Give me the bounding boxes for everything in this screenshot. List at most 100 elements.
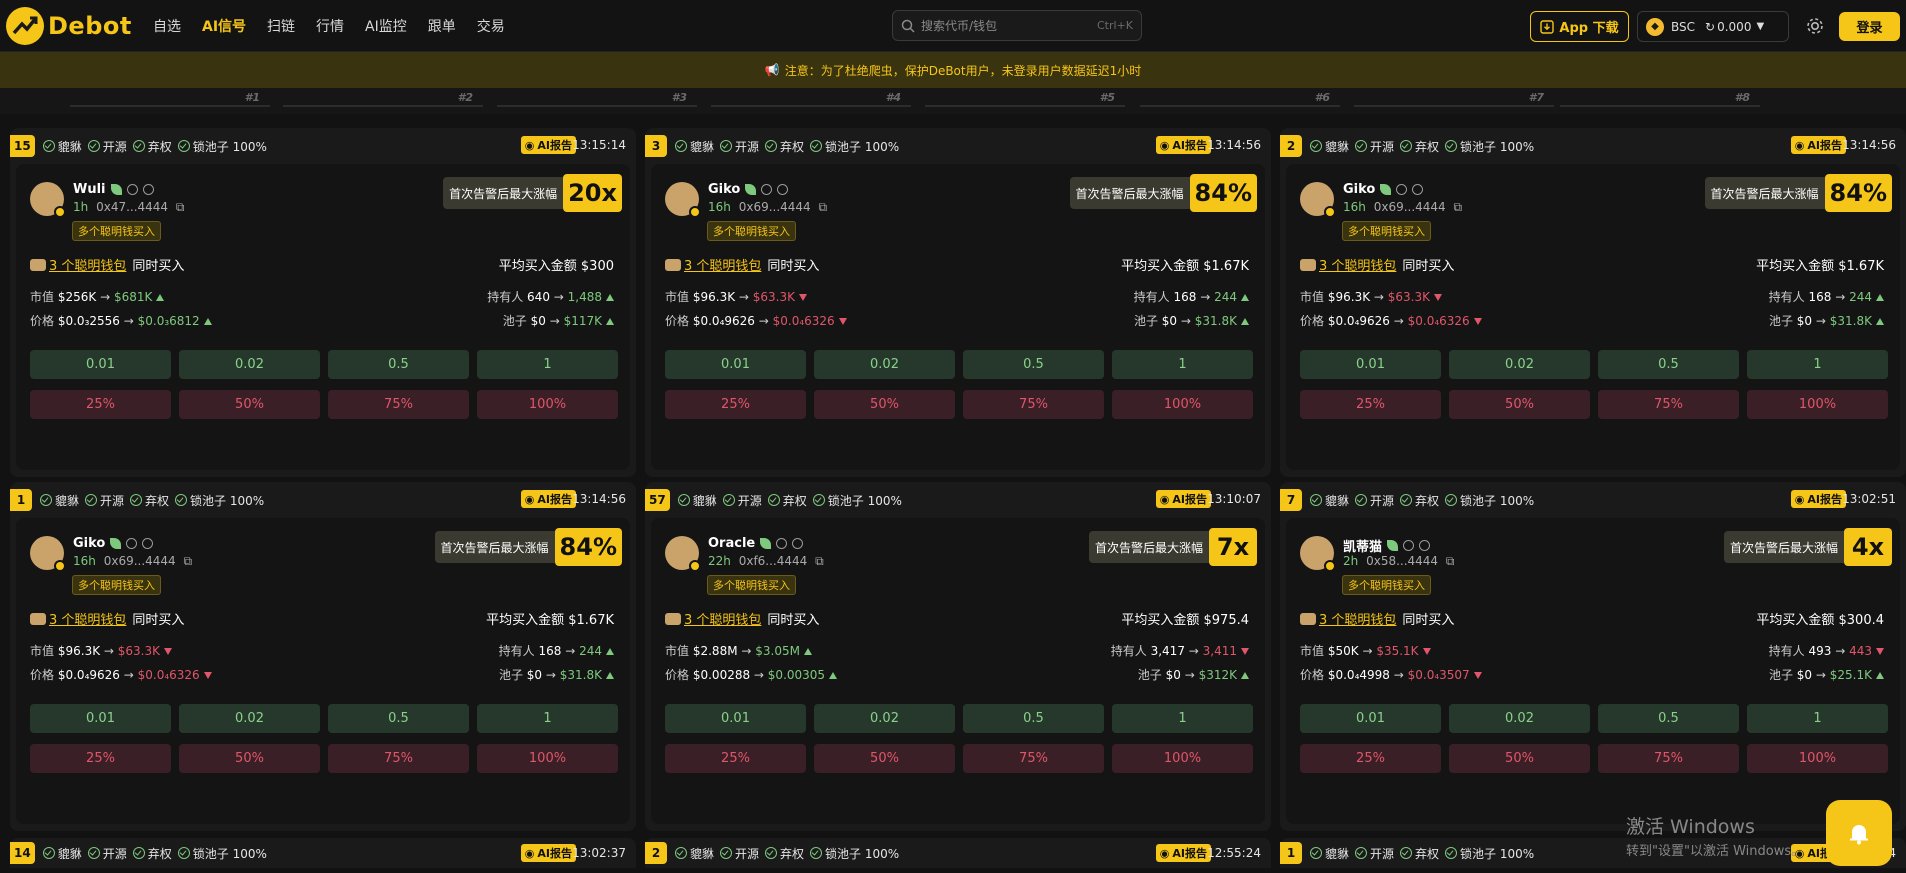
token-avatar[interactable] — [30, 536, 66, 572]
nav-item-ai-monitor[interactable]: AI监控 — [365, 16, 407, 36]
sell-button[interactable]: 50% — [179, 744, 320, 773]
sell-button[interactable]: 100% — [477, 744, 618, 773]
sell-button[interactable]: 75% — [963, 390, 1104, 419]
sell-button[interactable]: 25% — [1300, 744, 1441, 773]
signal-card[interactable]: 14 貔貅 开源 弃权 锁池子 100% ◉ AI报告 13:02:37 — [10, 838, 636, 868]
sell-button[interactable]: 100% — [477, 390, 618, 419]
signal-card[interactable]: 2 貔貅 开源 弃权 锁池子 100% ◉ AI报告 13:14:56 Giko 16h… — [1280, 128, 1906, 477]
globe-icon[interactable] — [792, 538, 804, 549]
nav-item-scan[interactable]: 扫链 — [267, 16, 295, 36]
bell-button[interactable] — [1826, 800, 1892, 866]
ai-report-button[interactable]: ◉ AI报告 — [1155, 490, 1211, 508]
gear-icon[interactable] — [1804, 15, 1826, 37]
buy-button[interactable]: 1 — [1747, 704, 1888, 733]
sell-button[interactable]: 25% — [30, 744, 171, 773]
sell-button[interactable]: 100% — [1747, 390, 1888, 419]
buy-button[interactable]: 0.02 — [179, 350, 320, 379]
sell-button[interactable]: 50% — [1449, 744, 1590, 773]
buy-button[interactable]: 0.01 — [665, 350, 806, 379]
sell-button[interactable]: 50% — [1449, 390, 1590, 419]
sell-button[interactable]: 50% — [814, 390, 955, 419]
signal-card[interactable]: 1 貔貅开源弃权锁池子 100% ◉AI报告 12:55:24 — [1280, 838, 1906, 868]
nav-item-market[interactable]: 行情 — [316, 16, 344, 36]
copy-icon[interactable]: ⧉ — [176, 200, 185, 214]
search-icon[interactable] — [126, 538, 138, 549]
login-button[interactable]: 登录 — [1839, 12, 1900, 41]
rank-slot[interactable]: #5 — [925, 91, 1125, 107]
rank-slot[interactable]: #4 — [711, 91, 911, 107]
signal-card[interactable]: 15 貔貅 开源 弃权 锁池子 100% ◉ AI报告 13:15:14 Wuli 1h… — [10, 128, 636, 477]
rank-slot[interactable]: #6 — [1140, 91, 1340, 107]
nav-item-watchlist[interactable]: 自选 — [153, 16, 181, 36]
sell-button[interactable]: 50% — [179, 390, 320, 419]
sell-button[interactable]: 25% — [30, 390, 171, 419]
search-icon[interactable] — [1396, 184, 1408, 195]
nav-item-trade[interactable]: 交易 — [477, 16, 505, 36]
globe-icon[interactable] — [1412, 184, 1424, 195]
token-avatar[interactable] — [1300, 536, 1336, 572]
sell-button[interactable]: 25% — [665, 744, 806, 773]
buy-button[interactable]: 0.5 — [328, 350, 469, 379]
buy-button[interactable]: 1 — [1747, 350, 1888, 379]
globe-icon[interactable] — [142, 538, 154, 549]
search-icon[interactable] — [1403, 540, 1415, 551]
token-name[interactable]: 凯蒂猫 — [1343, 536, 1382, 555]
buy-button[interactable]: 0.5 — [328, 704, 469, 733]
buy-button[interactable]: 0.01 — [1300, 350, 1441, 379]
rank-slot[interactable]: #8 — [1560, 91, 1760, 107]
ai-report-button[interactable]: ◉ AI报告 — [1155, 136, 1211, 154]
buy-button[interactable]: 0.5 — [963, 350, 1104, 379]
ai-report-button[interactable]: ◉ AI报告 — [1155, 844, 1211, 862]
sell-button[interactable]: 75% — [963, 744, 1104, 773]
buy-button[interactable]: 1 — [477, 350, 618, 379]
buy-button[interactable]: 1 — [1112, 350, 1253, 379]
search-input[interactable]: 搜索代币/钱包 Ctrl+K — [892, 10, 1142, 41]
buy-button[interactable]: 1 — [477, 704, 618, 733]
buy-button[interactable]: 0.02 — [814, 350, 955, 379]
globe-icon[interactable] — [142, 184, 154, 195]
smart-wallets-link[interactable]: 3 个聪明钱包 — [1319, 609, 1396, 628]
ai-report-button[interactable]: ◉ AI报告 — [520, 490, 576, 508]
globe-icon[interactable] — [1419, 540, 1431, 551]
sell-button[interactable]: 25% — [665, 390, 806, 419]
copy-icon[interactable]: ⧉ — [1446, 554, 1455, 568]
buy-button[interactable]: 0.5 — [1598, 350, 1739, 379]
smart-wallets-link[interactable]: 3 个聪明钱包 — [49, 609, 126, 628]
token-avatar[interactable] — [665, 536, 701, 572]
copy-icon[interactable]: ⧉ — [815, 554, 824, 568]
ai-report-button[interactable]: ◉ AI报告 — [520, 136, 576, 154]
signal-card[interactable]: 2 貔貅 开源 弃权 锁池子 100% ◉ AI报告 12:55:24 — [645, 838, 1271, 868]
token-name[interactable]: Wuli — [73, 182, 106, 197]
rank-slot[interactable]: #1 — [70, 91, 270, 107]
sell-button[interactable]: 75% — [1598, 390, 1739, 419]
sell-button[interactable]: 75% — [328, 390, 469, 419]
signal-card[interactable]: 1 貔貅 开源 弃权 锁池子 100% ◉ AI报告 13:14:56 Giko 16h… — [10, 482, 636, 831]
buy-button[interactable]: 0.5 — [1598, 704, 1739, 733]
rank-slot[interactable]: #7 — [1354, 91, 1554, 107]
buy-button[interactable]: 0.5 — [963, 704, 1104, 733]
buy-button[interactable]: 0.02 — [814, 704, 955, 733]
buy-button[interactable]: 1 — [1112, 704, 1253, 733]
buy-button[interactable]: 0.02 — [1449, 704, 1590, 733]
sell-button[interactable]: 100% — [1112, 744, 1253, 773]
token-name[interactable]: Giko — [708, 182, 740, 197]
sell-button[interactable]: 50% — [814, 744, 955, 773]
token-avatar[interactable] — [665, 182, 701, 218]
sell-button[interactable]: 100% — [1747, 744, 1888, 773]
smart-wallets-link[interactable]: 3 个聪明钱包 — [684, 255, 761, 274]
smart-wallets-link[interactable]: 3 个聪明钱包 — [684, 609, 761, 628]
nav-item-copy-trade[interactable]: 跟单 — [428, 16, 456, 36]
buy-button[interactable]: 0.01 — [1300, 704, 1441, 733]
app-download-button[interactable]: App 下载 — [1530, 11, 1629, 42]
signal-card[interactable]: 57 貔貅 开源 弃权 锁池子 100% ◉ AI报告 13:10:07 Oracle … — [645, 482, 1271, 831]
copy-icon[interactable]: ⧉ — [184, 554, 193, 568]
signal-card[interactable]: 3 貔貅 开源 弃权 锁池子 100% ◉ AI报告 13:14:56 Giko 16h… — [645, 128, 1271, 477]
globe-icon[interactable] — [777, 184, 789, 195]
ai-report-button[interactable]: ◉ AI报告 — [520, 844, 576, 862]
buy-button[interactable]: 0.02 — [1449, 350, 1590, 379]
buy-button[interactable]: 0.01 — [30, 704, 171, 733]
token-avatar[interactable] — [1300, 182, 1336, 218]
search-icon[interactable] — [761, 184, 773, 195]
copy-icon[interactable]: ⧉ — [819, 200, 828, 214]
chain-selector[interactable]: ◆ BSC ↻ 0.000 ▼ — [1637, 11, 1789, 42]
